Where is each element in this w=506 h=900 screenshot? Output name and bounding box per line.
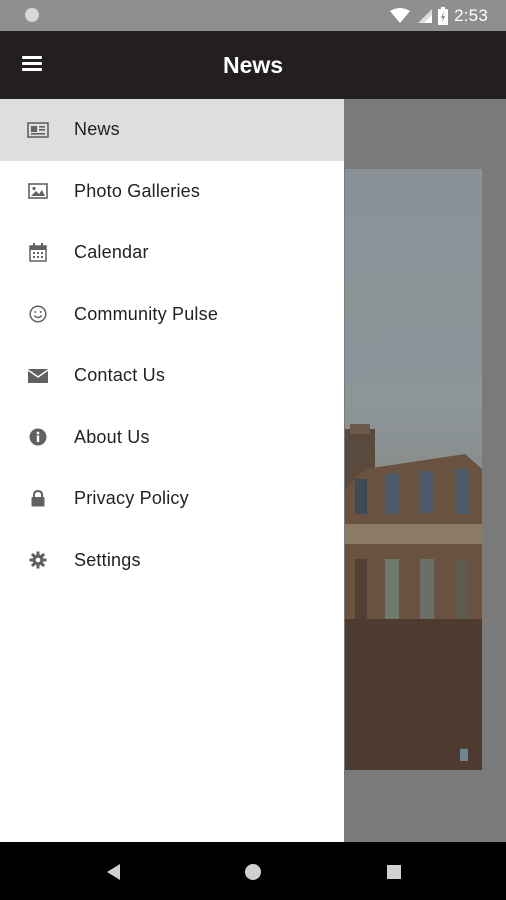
gear-icon (27, 549, 49, 571)
drawer-item-label: Community Pulse (74, 303, 219, 324)
drawer-item-privacy-policy[interactable]: Privacy Policy (0, 468, 344, 530)
wifi-icon (390, 7, 411, 23)
drawer-item-label: Contact Us (74, 365, 166, 386)
battery-charging-icon (438, 6, 449, 25)
calendar-icon (27, 242, 49, 264)
back-icon[interactable] (104, 862, 124, 882)
envelope-icon (27, 365, 49, 387)
signal-icon (418, 8, 433, 23)
app-bar: News (0, 31, 506, 99)
drawer-item-label: Photo Galleries (74, 180, 201, 201)
info-icon (27, 426, 49, 448)
page-title: News (222, 52, 284, 78)
drawer-item-contact-us[interactable]: Contact Us (0, 345, 344, 407)
status-time: 2:53 (454, 5, 488, 25)
newspaper-icon (27, 119, 49, 141)
notification-dot-icon (25, 8, 39, 22)
lock-icon (27, 488, 49, 510)
building-image (345, 424, 482, 770)
status-bar: 2:53 (0, 0, 506, 31)
drawer-item-label: News (74, 119, 120, 140)
drawer-item-settings[interactable]: Settings (0, 530, 344, 592)
drawer-item-community-pulse[interactable]: Community Pulse (0, 284, 344, 346)
drawer-item-news[interactable]: News (0, 99, 344, 161)
smiley-icon (27, 303, 49, 325)
drawer-item-about-us[interactable]: About Us (0, 407, 344, 469)
hero-image (345, 169, 482, 770)
drawer-item-label: About Us (74, 426, 150, 447)
drawer-item-label: Privacy Policy (74, 488, 189, 509)
drawer-item-calendar[interactable]: Calendar (0, 222, 344, 284)
navigation-drawer: News Photo Galleries Calendar Community … (0, 99, 344, 842)
drawer-item-photo-galleries[interactable]: Photo Galleries (0, 161, 344, 223)
home-icon[interactable] (243, 862, 263, 882)
status-icons: 2:53 (390, 0, 488, 31)
drawer-item-label: Calendar (74, 242, 149, 263)
image-icon (27, 180, 49, 202)
hamburger-menu-icon[interactable] (22, 53, 48, 77)
recents-icon[interactable] (384, 862, 404, 882)
drawer-item-label: Settings (74, 549, 141, 570)
system-nav-bar (0, 842, 506, 900)
